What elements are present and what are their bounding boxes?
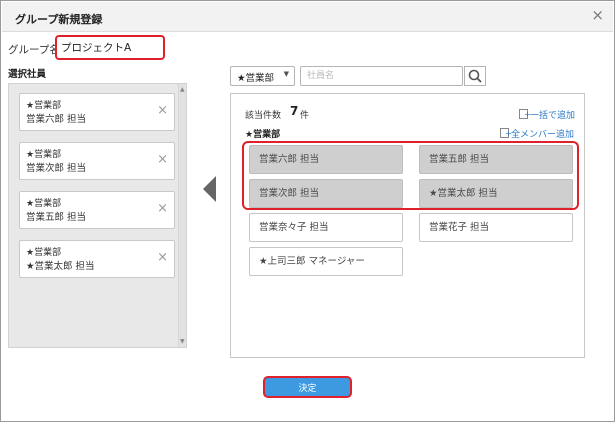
- employee-department: ★営業部: [26, 101, 62, 111]
- member-card[interactable]: ★上司三郎 マネージャー: [249, 247, 403, 276]
- member-results-panel: 該当件数 7 件 一括で追加 ★営業部 全メンバー追加 営業六郎 担当 営業五郎…: [230, 93, 585, 358]
- selected-employees-list: ★営業部 営業六郎 担当 × ★営業部 営業次郎 担当 × ★営業部 営業五郎 …: [8, 83, 187, 348]
- department-select-value: ★営業部: [237, 73, 275, 84]
- employee-name: 営業五郎 担当: [26, 212, 87, 223]
- member-card[interactable]: 営業六郎 担当: [249, 145, 403, 174]
- selected-employee-card: ★営業部 営業六郎 担当 ×: [19, 93, 175, 131]
- selected-employees-heading: 選択社員: [8, 69, 47, 80]
- submit-button[interactable]: 決定: [263, 376, 352, 398]
- add-document-icon: [500, 128, 512, 138]
- remove-icon[interactable]: ×: [157, 251, 168, 264]
- chevron-down-icon: ▼: [283, 70, 289, 78]
- selected-employee-card: ★営業部 営業次郎 担当 ×: [19, 142, 175, 180]
- dialog-title: グループ新規登録: [15, 13, 103, 26]
- add-all-members-label: 全メンバー追加: [511, 130, 575, 140]
- member-card[interactable]: 営業花子 担当: [419, 213, 573, 242]
- result-count-label: 該当件数: [245, 111, 282, 121]
- group-name-input[interactable]: [55, 35, 165, 60]
- result-count-unit: 件: [300, 111, 310, 121]
- department-select[interactable]: ★営業部 ▼: [230, 66, 295, 86]
- employee-name: 営業六郎 担当: [26, 114, 87, 125]
- bulk-add-label: 一括で追加: [530, 111, 576, 121]
- employee-department: ★営業部: [26, 248, 62, 258]
- search-button[interactable]: [464, 66, 486, 86]
- scroll-down-icon[interactable]: ▼: [180, 338, 185, 345]
- employee-name: 営業次郎 担当: [26, 163, 87, 174]
- selected-employee-card: ★営業部 営業五郎 担当 ×: [19, 191, 175, 229]
- scrollbar[interactable]: ▲ ▼: [178, 84, 186, 347]
- add-all-members-link[interactable]: 全メンバー追加: [500, 127, 574, 140]
- remove-icon[interactable]: ×: [157, 153, 168, 166]
- member-card[interactable]: 営業五郎 担当: [419, 145, 573, 174]
- remove-icon[interactable]: ×: [157, 202, 168, 215]
- arrow-left-icon[interactable]: [203, 176, 216, 202]
- employee-name: ★営業太郎 担当: [26, 261, 95, 272]
- employee-department: ★営業部: [26, 150, 62, 160]
- search-icon: [468, 69, 482, 83]
- member-card[interactable]: 営業奈々子 担当: [249, 213, 403, 242]
- selected-employee-card: ★営業部 ★営業太郎 担当 ×: [19, 240, 175, 278]
- employee-search-input[interactable]: [300, 66, 463, 86]
- remove-icon[interactable]: ×: [157, 104, 168, 117]
- result-count: 7: [290, 104, 299, 118]
- bulk-add-link[interactable]: 一括で追加: [519, 108, 575, 121]
- add-document-icon: [519, 109, 531, 119]
- group-name-label: グループ名: [8, 44, 60, 56]
- dialog-titlebar: グループ新規登録 ×: [2, 2, 613, 32]
- close-icon[interactable]: ×: [591, 8, 604, 23]
- department-heading: ★営業部: [245, 130, 281, 140]
- scroll-up-icon[interactable]: ▲: [180, 86, 185, 93]
- group-register-dialog: グループ新規登録 × グループ名 選択社員 ★営業部 営業六郎 担当 × ★営業…: [0, 0, 615, 422]
- member-card[interactable]: 営業次郎 担当: [249, 179, 403, 208]
- member-card[interactable]: ★営業太郎 担当: [419, 179, 573, 208]
- employee-department: ★営業部: [26, 199, 62, 209]
